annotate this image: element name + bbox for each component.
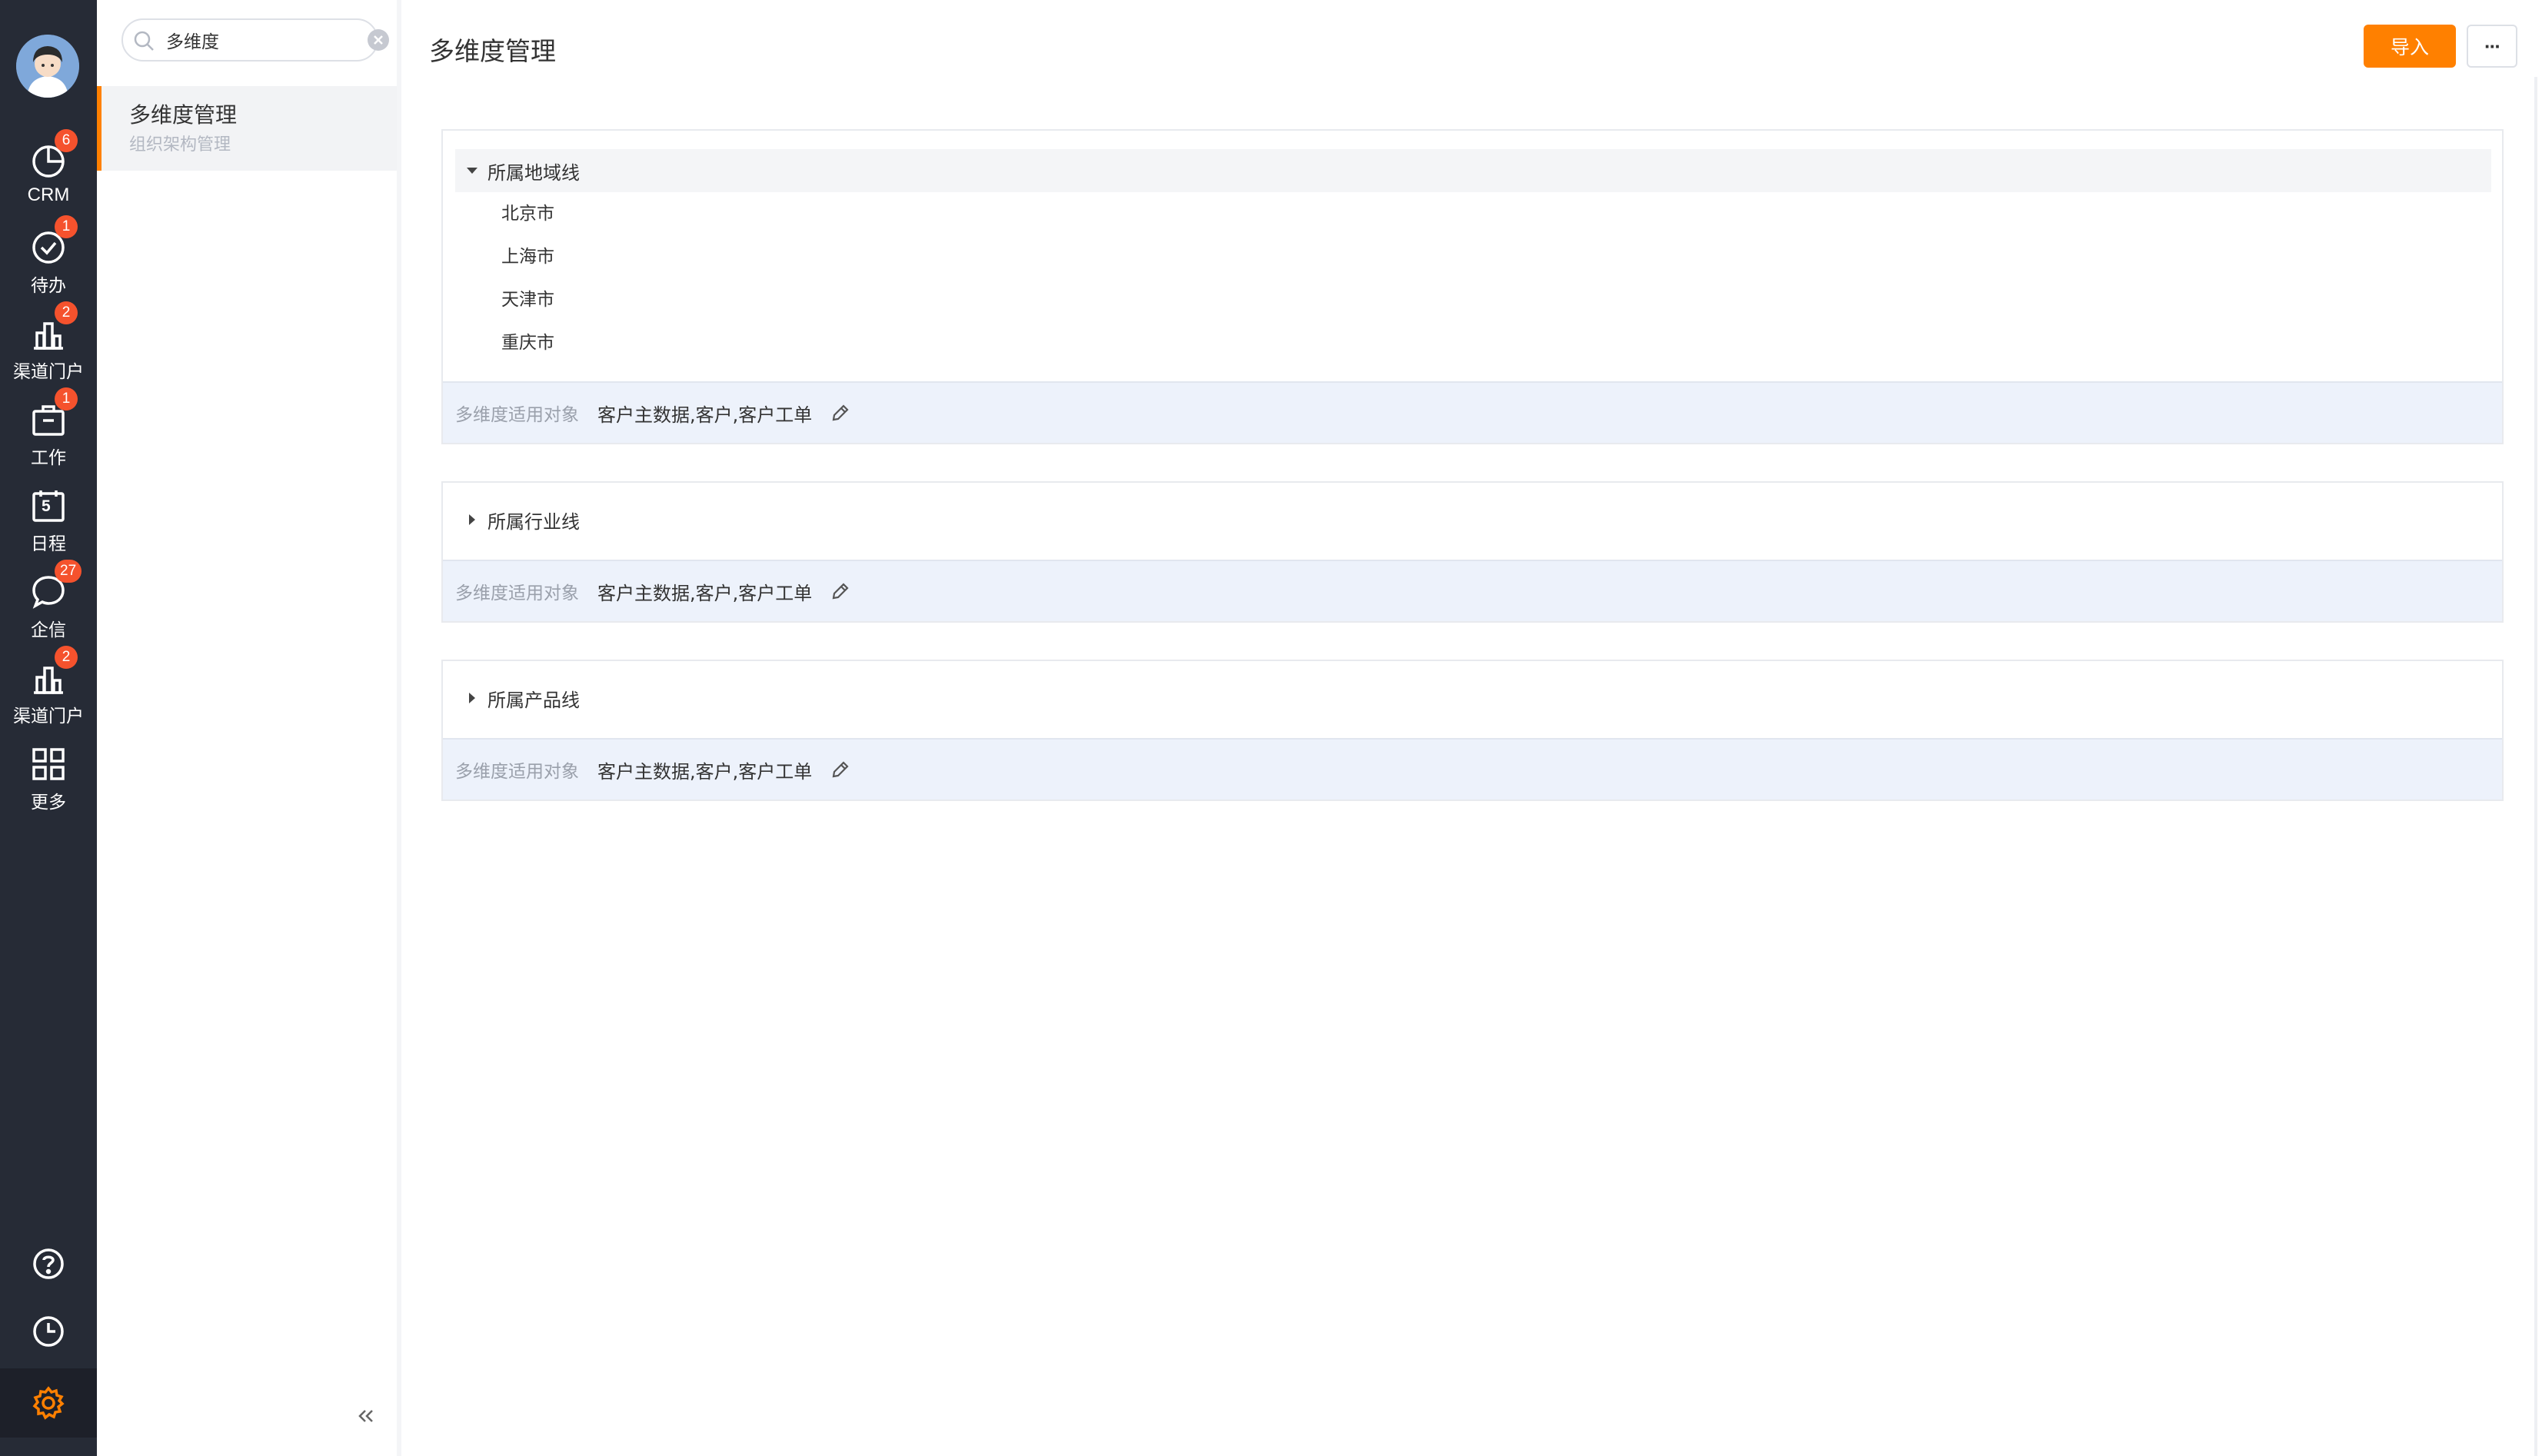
nav-label: 工作 xyxy=(31,448,66,468)
applicable-objects-label: 多维度适用对象 xyxy=(455,583,579,603)
close-icon xyxy=(374,35,383,45)
applicable-objects-value: 客户主数据,客户,客户工单 xyxy=(597,582,813,604)
crm-icon: 6 xyxy=(28,129,78,181)
tree-child-item[interactable]: 重庆市 xyxy=(501,321,554,364)
edit-icon[interactable] xyxy=(829,580,852,603)
tree-node-label: 所属行业线 xyxy=(487,510,580,533)
tree-node-label: 所属产品线 xyxy=(487,689,580,711)
menu-item-subtitle: 组织架构管理 xyxy=(129,135,231,155)
nav-item-more[interactable]: 更多 xyxy=(0,740,97,819)
briefcase-icon: 1 xyxy=(28,387,78,440)
double-chevron-left-icon xyxy=(358,1410,373,1422)
tree-node-region[interactable]: 所属地域线 xyxy=(455,149,2491,192)
nav-item-channel-portal-2[interactable]: 2 渠道门户 xyxy=(0,646,97,733)
nav-badge: 2 xyxy=(55,646,78,669)
check-circle-icon: 1 xyxy=(28,215,78,268)
help-icon xyxy=(33,1248,64,1279)
dimension-card: 所属产品线 多维度适用对象 客户主数据,客户,客户工单 xyxy=(441,660,2504,801)
nav-label: 渠道门户 xyxy=(13,706,84,726)
more-options-button[interactable]: ··· xyxy=(2467,25,2517,68)
tree-node-industry[interactable]: 所属行业线 xyxy=(455,498,2491,541)
card-footer: 多维度适用对象 客户主数据,客户,客户工单 xyxy=(443,738,2502,799)
nav-item-messages[interactable]: 27 企信 xyxy=(0,560,97,647)
nav-item-work[interactable]: 1 工作 xyxy=(0,387,97,475)
caret-right-icon xyxy=(464,512,480,527)
more-options-label: ··· xyxy=(2484,34,2501,58)
calendar-day: 5 xyxy=(42,497,51,515)
nav-badge: 1 xyxy=(55,215,78,238)
caret-down-icon xyxy=(464,163,480,178)
nav-item-crm[interactable]: 6 CRM xyxy=(0,129,97,217)
main-content: 多维度管理 导入 ··· 所属地域线 北京市 上海市 天津市 重庆市 多维度适用… xyxy=(406,0,2542,1456)
applicable-objects-label: 多维度适用对象 xyxy=(455,762,579,782)
edit-icon[interactable] xyxy=(829,758,852,781)
tree-node-label: 所属地域线 xyxy=(487,161,580,184)
secondary-panel: 多维度管理 组织架构管理 xyxy=(97,0,401,1456)
nav-badge: 27 xyxy=(55,560,82,583)
primary-nav: 6 CRM 1 待办 2 渠道门户 1 工作 5 日程 27 企信 2 渠道门户… xyxy=(0,0,97,1456)
nav-badge: 1 xyxy=(55,387,78,411)
tree-child-item[interactable]: 上海市 xyxy=(501,235,554,278)
menu-item-title: 多维度管理 xyxy=(129,102,238,128)
nav-item-channel-portal[interactable]: 2 渠道门户 xyxy=(0,301,97,389)
nav-item-schedule[interactable]: 5 日程 xyxy=(0,481,97,561)
search-input[interactable] xyxy=(166,26,335,54)
nav-label: 企信 xyxy=(31,620,66,640)
nav-badge: 2 xyxy=(55,301,78,324)
nav-label: 渠道门户 xyxy=(13,362,84,382)
nav-label: 待办 xyxy=(31,276,66,296)
card-footer: 多维度适用对象 客户主数据,客户,客户工单 xyxy=(443,381,2502,443)
gear-icon xyxy=(32,1386,65,1420)
import-button[interactable]: 导入 xyxy=(2364,25,2456,68)
help-button[interactable] xyxy=(0,1233,97,1295)
tree-node-product[interactable]: 所属产品线 xyxy=(455,676,2491,720)
tree-child-item[interactable]: 天津市 xyxy=(501,278,554,321)
card-footer: 多维度适用对象 客户主数据,客户,客户工单 xyxy=(443,560,2502,621)
nav-label: 更多 xyxy=(31,793,66,813)
history-button[interactable] xyxy=(0,1301,97,1362)
app-window: 6 CRM 1 待办 2 渠道门户 1 工作 5 日程 27 企信 2 渠道门户… xyxy=(0,0,2542,1456)
applicable-objects-label: 多维度适用对象 xyxy=(455,405,579,425)
grid-icon xyxy=(28,744,68,784)
search-box xyxy=(121,18,389,61)
scrollbar-track[interactable] xyxy=(2534,77,2537,1456)
dimension-card: 所属行业线 多维度适用对象 客户主数据,客户,客户工单 xyxy=(441,481,2504,623)
chat-bubble-icon: 27 xyxy=(28,560,82,612)
tree-child-item[interactable]: 北京市 xyxy=(501,192,554,235)
edit-icon[interactable] xyxy=(829,401,852,424)
caret-right-icon xyxy=(464,690,480,706)
nav-item-todo[interactable]: 1 待办 xyxy=(0,215,97,303)
settings-button[interactable] xyxy=(0,1368,97,1438)
avatar[interactable] xyxy=(16,35,79,98)
search-icon xyxy=(134,31,154,51)
menu-item-multidimension[interactable]: 多维度管理 组织架构管理 xyxy=(97,86,397,171)
page-title: 多维度管理 xyxy=(429,36,556,66)
applicable-objects-value: 客户主数据,客户,客户工单 xyxy=(597,760,813,783)
nav-label: 日程 xyxy=(31,534,66,554)
nav-badge: 6 xyxy=(55,129,78,152)
clock-icon xyxy=(33,1316,64,1347)
dimension-card: 所属地域线 北京市 上海市 天津市 重庆市 多维度适用对象 客户主数据,客户,客… xyxy=(441,129,2504,444)
nav-label: CRM xyxy=(27,184,70,205)
building-icon: 2 xyxy=(28,301,78,354)
building-icon: 2 xyxy=(28,646,78,698)
calendar-icon: 5 xyxy=(28,486,68,526)
collapse-panel-button[interactable] xyxy=(351,1401,381,1431)
clear-search-button[interactable] xyxy=(368,29,389,51)
applicable-objects-value: 客户主数据,客户,客户工单 xyxy=(597,404,813,426)
